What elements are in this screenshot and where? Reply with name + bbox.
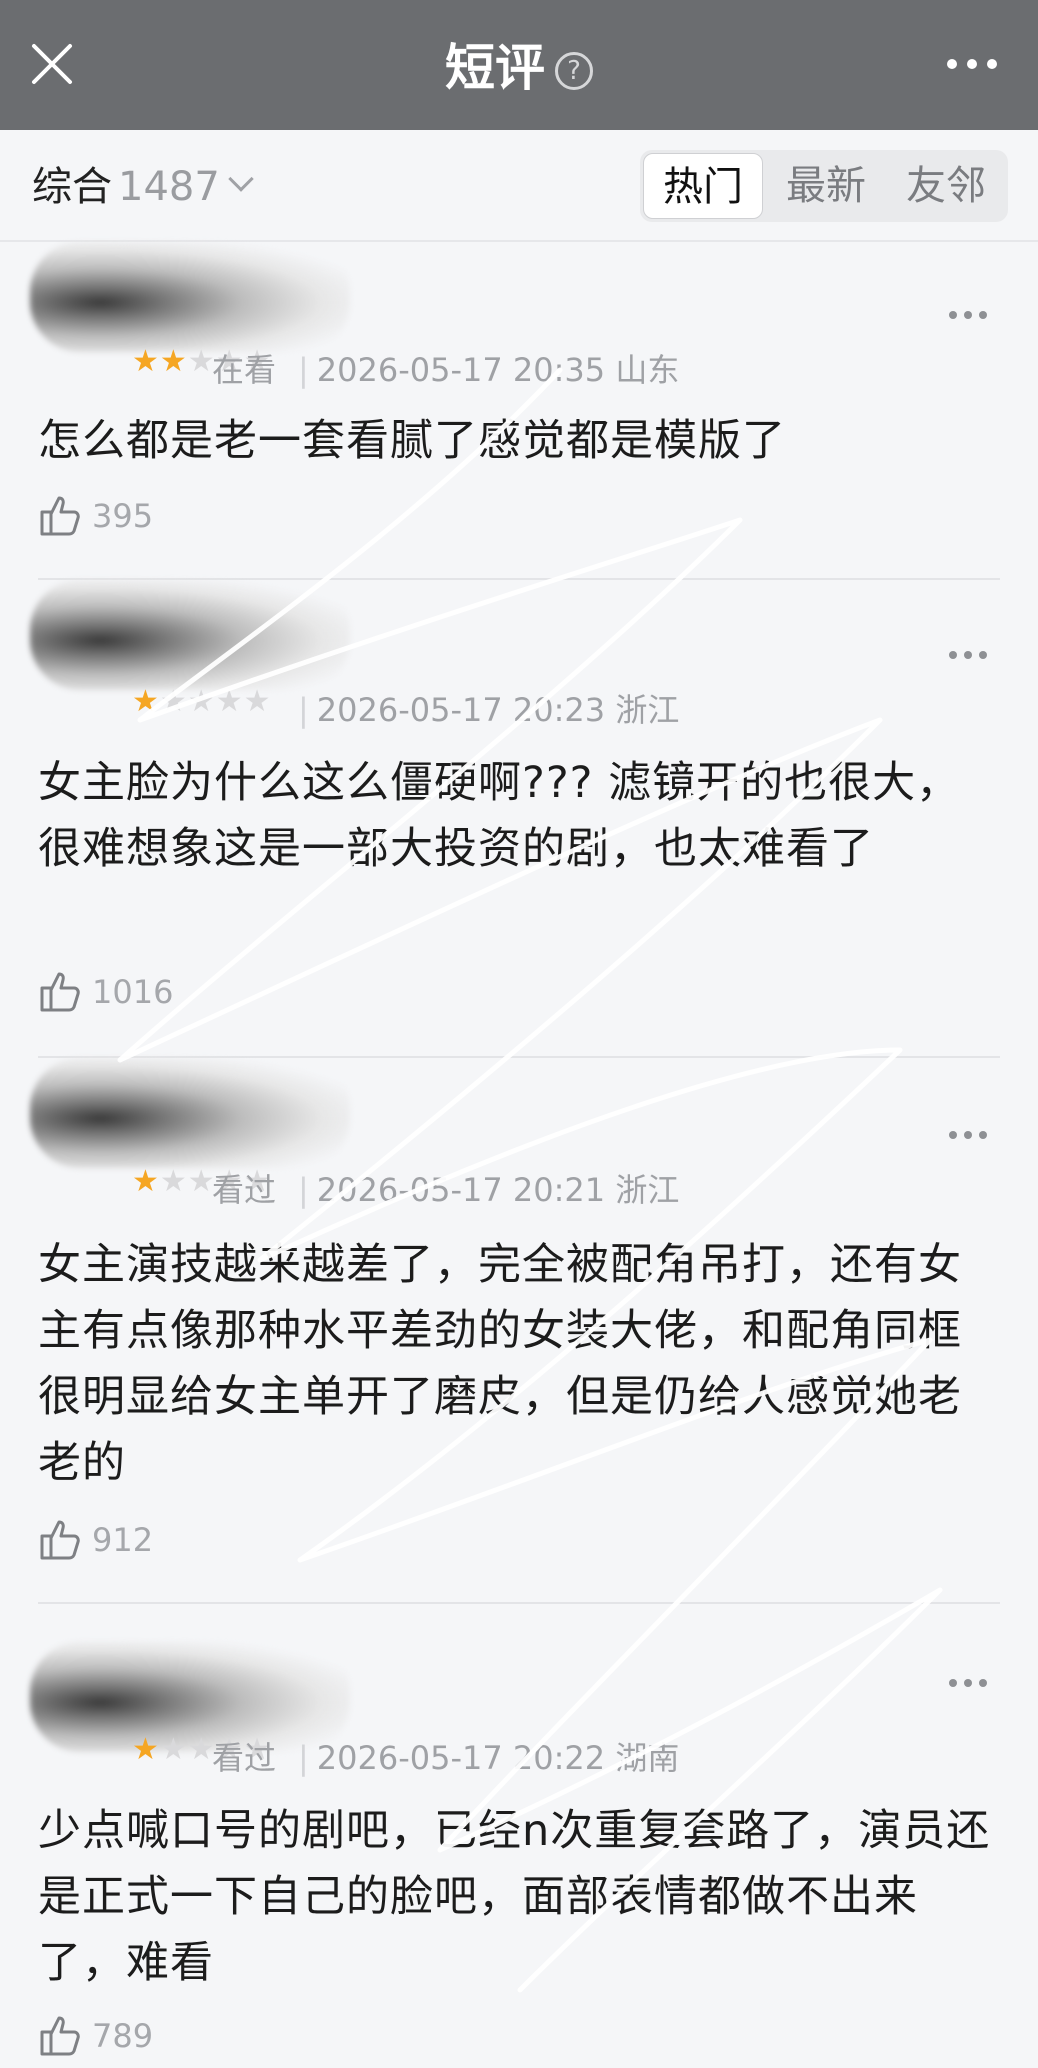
more-icon[interactable] (946, 58, 998, 70)
rating-stars: ★★★★★ (132, 684, 272, 719)
review-time: 2026-05-17 20:23 (316, 691, 606, 729)
review-meta: 看过 | 2026-05-17 20:22 湖南 (211, 1739, 680, 1777)
review-location: 浙江 (615, 691, 680, 729)
like-count: 1016 (92, 973, 174, 1011)
review-text: 女主脸为什么这么僵硬啊??? 滤镜开的也很大，很难想象这是一部大投资的剧，也太难… (38, 758, 961, 874)
review-location: 浙江 (615, 1171, 680, 1209)
review-meta: 在看 | 2026-05-17 20:35 山东 (211, 351, 680, 389)
tab-friends[interactable]: 友邻 (886, 150, 1006, 222)
tab-latest[interactable]: 最新 (766, 150, 886, 222)
like-count: 912 (92, 1521, 154, 1559)
sort-label: 综合 (32, 164, 112, 210)
review-text: 怎么都是老一套看腻了感觉都是模版了 (38, 416, 786, 466)
review-time: 2026-05-17 20:35 (316, 351, 606, 389)
avatar[interactable] (30, 1058, 350, 1168)
filter-bar: 综合 1487 热门 最新 友邻 (0, 130, 1038, 242)
thumb-up-icon (40, 972, 80, 1012)
thumb-up-icon (40, 2016, 80, 2056)
divider (38, 1602, 1000, 1604)
review-text: 少点喊口号的剧吧，已经n次重复套路了，演员还是正式一下自己的脸吧，面部表情都做不… (38, 1806, 991, 1988)
sort-dropdown[interactable]: 综合 1487 (32, 162, 254, 212)
thumb-up-icon (40, 496, 80, 536)
review-location: 山东 (615, 351, 680, 389)
page-title-wrap: 短评? (0, 38, 1038, 98)
avatar[interactable] (30, 580, 350, 690)
review-location: 湖南 (615, 1739, 680, 1777)
watch-state: 在看 (211, 351, 276, 389)
review-count: 1487 (118, 164, 220, 210)
more-icon[interactable] (948, 650, 988, 660)
watch-state: 看过 (211, 1739, 276, 1777)
more-icon[interactable] (948, 1130, 988, 1140)
more-icon[interactable] (948, 310, 988, 320)
tab-hot[interactable]: 热门 (643, 153, 763, 219)
watch-state: 看过 (211, 1171, 276, 1209)
like-count: 395 (92, 497, 154, 535)
thumb-up-icon (40, 1520, 80, 1560)
review-time: 2026-05-17 20:22 (316, 1739, 606, 1777)
chevron-down-icon (228, 166, 254, 192)
avatar[interactable] (30, 242, 350, 352)
page-title: 短评 (445, 39, 545, 97)
like-count: 789 (92, 2017, 154, 2055)
top-bar: 短评? (0, 0, 1038, 130)
help-icon[interactable]: ? (555, 52, 593, 90)
review-meta: | 2026-05-17 20:23 浙江 (298, 691, 680, 729)
more-icon[interactable] (948, 1678, 988, 1688)
review-text: 女主演技越来越差了，完全被配角吊打，还有女主有点像那种水平差劲的女装大佬，和配角… (38, 1240, 962, 1488)
review-meta: 看过 | 2026-05-17 20:21 浙江 (211, 1171, 680, 1209)
review-time: 2026-05-17 20:21 (316, 1171, 606, 1209)
tab-segment: 热门 最新 友邻 (640, 150, 1008, 222)
